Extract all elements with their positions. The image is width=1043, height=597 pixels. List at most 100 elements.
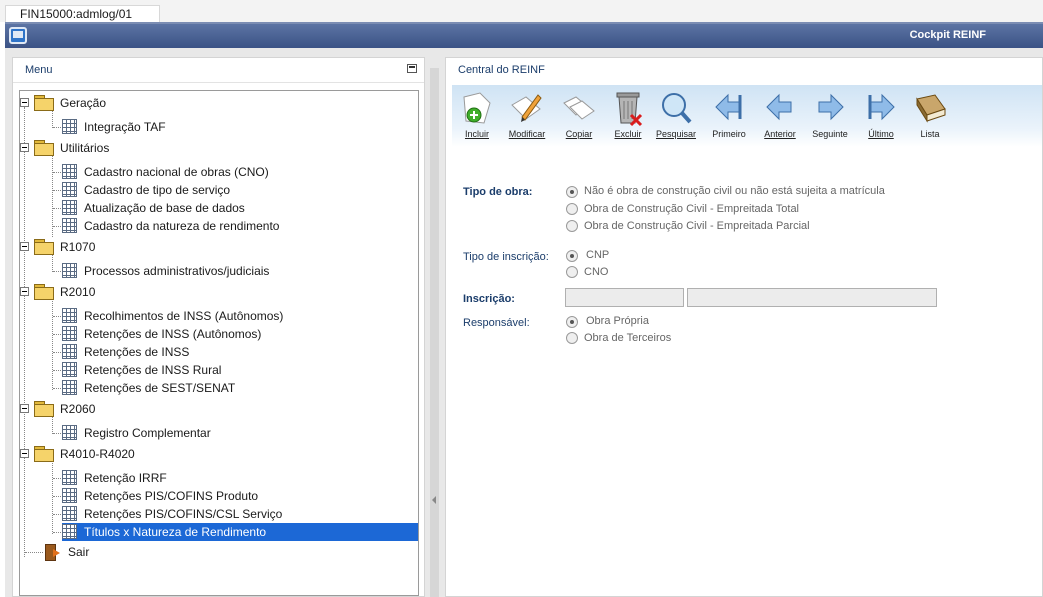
menu-group-label: Utilitários [60,141,110,155]
tipo-inscricao-label: Tipo de inscrição: [463,251,549,263]
menu-item-label: Integração TAF [84,120,166,134]
tree-connector [52,109,53,128]
grid-icon [62,218,77,233]
tree-connector [52,415,53,434]
tipo-obra-radio-nao-obra[interactable] [566,186,578,198]
responsavel-radio-obra-terceiros[interactable] [566,332,578,344]
folder-open-icon [34,446,54,462]
grid-icon [62,119,77,134]
menu-group-label: R1070 [60,240,96,254]
menu-item-label: Retenções PIS/COFINS Produto [84,489,259,503]
menu-item-label: Atualização de base de dados [84,201,245,215]
tool-label: Excluir [614,129,642,139]
tipo-obra-option-label: Obra de Construção Civil - Empreitada Pa… [584,220,810,232]
menu-item-label: Registro Complementar [84,426,211,440]
menu-item-label: Retenções PIS/COFINS/CSL Serviço [84,507,283,521]
menu-group-label: Geração [60,96,107,110]
tipo-inscricao-radio-cno[interactable] [566,266,578,278]
tool-label: Último [868,129,894,139]
ultimo-button[interactable]: Último [856,85,906,145]
grid-icon [62,380,77,395]
collapse-toggle-icon[interactable] [20,98,29,107]
collapse-menu-icon[interactable] [407,64,417,73]
tipo-obra-radio-empreitada-parcial[interactable] [566,220,578,232]
tool-label: Modificar [508,129,546,139]
last-icon [868,93,895,121]
menu-item-label: Retenções de INSS (Autônomos) [84,327,262,341]
copiar-button[interactable]: Copiar [554,85,604,145]
list-icon [916,94,946,123]
tool-label: Pesquisar [655,129,697,139]
folder-open-icon [34,401,54,417]
incluir-button[interactable]: Incluir [452,85,502,145]
grid-icon [62,263,77,278]
responsavel-radio-obra-propria[interactable] [566,316,578,328]
tipo-obra-radio-empreitada-total[interactable] [566,203,578,215]
menu-panel: Menu Geração Integração TAF Utilitários [12,57,425,597]
grid-icon [62,488,77,503]
grid-icon [62,326,77,341]
menu-item-label: Títulos x Natureza de Rendimento [84,525,267,539]
tree-connector [25,552,43,553]
menu-item-titulos-natureza-selected[interactable]: Títulos x Natureza de Rendimento [62,523,418,541]
tree-connector [52,460,53,534]
search-icon [662,93,692,124]
tool-label: Incluir [464,129,489,139]
grid-icon [62,470,77,485]
grid-icon [62,308,77,323]
collapse-toggle-icon[interactable] [20,449,29,458]
collapse-toggle-icon[interactable] [20,143,29,152]
folder-open-icon [34,284,54,300]
grid-icon [62,182,77,197]
add-icon [463,92,491,124]
responsavel-label: Responsável: [463,317,530,329]
tool-label: Primeiro [712,129,746,139]
tree-connector [52,298,53,390]
window-menu-icon[interactable] [9,27,27,44]
tree-connector [24,107,25,557]
panel-splitter[interactable] [430,68,439,597]
tipo-inscricao-option-label: CNO [584,266,609,278]
grid-icon [62,164,77,179]
inscricao-field-1[interactable] [565,288,684,307]
collapse-toggle-icon[interactable] [20,242,29,251]
pesquisar-button[interactable]: Pesquisar [651,85,701,145]
tab-strip: FIN15000:admlog/01 [0,0,1043,22]
tipo-obra-label: Tipo de obra: [463,186,533,198]
toolbar: Incluir Modificar Copiar Excluir Pesquis… [452,85,1042,147]
menu-item-label: Cadastro da natureza de rendimento [84,219,280,233]
exit-door-icon [44,543,61,561]
menu-item-label: Retenções de INSS Rural [84,363,222,377]
modificar-button[interactable]: Modificar [502,85,552,145]
copy-icon [563,96,595,120]
collapse-toggle-icon[interactable] [20,404,29,413]
session-tab[interactable]: FIN15000:admlog/01 [5,5,160,22]
responsavel-option-label: Obra de Terceiros [584,332,672,344]
responsavel-option-label: Obra Própria [586,315,649,327]
tipo-obra-option-label: Obra de Construção Civil - Empreitada To… [584,203,800,215]
collapse-toggle-icon[interactable] [20,287,29,296]
menu-group-label: R4010-R4020 [60,447,135,461]
tipo-inscricao-radio-cnp[interactable] [566,250,578,262]
content-panel: Central do REINF Incluir Modificar Copia [445,57,1043,597]
collapse-arrow-icon[interactable] [432,496,436,504]
tree-connector [52,253,53,272]
grid-icon [62,506,77,521]
primeiro-button[interactable]: Primeiro [704,85,754,145]
menu-title: Menu [13,58,424,83]
anterior-button[interactable]: Anterior [755,85,805,145]
folder-open-icon [34,239,54,255]
window-title: Cockpit REINF [909,29,986,41]
first-icon [715,93,742,121]
inscricao-field-2[interactable] [687,288,937,307]
menu-item-label: Recolhimentos de INSS (Autônomos) [84,309,284,323]
content-title: Central do REINF [458,64,545,76]
lista-button[interactable]: Lista [905,85,955,145]
folder-open-icon [34,95,54,111]
tool-label: Lista [920,129,940,139]
next-icon [818,93,844,121]
seguinte-button[interactable]: Seguinte [805,85,855,145]
tool-label: Anterior [764,129,796,139]
tipo-inscricao-option-label: CNP [586,249,610,261]
excluir-button[interactable]: Excluir [603,85,653,145]
